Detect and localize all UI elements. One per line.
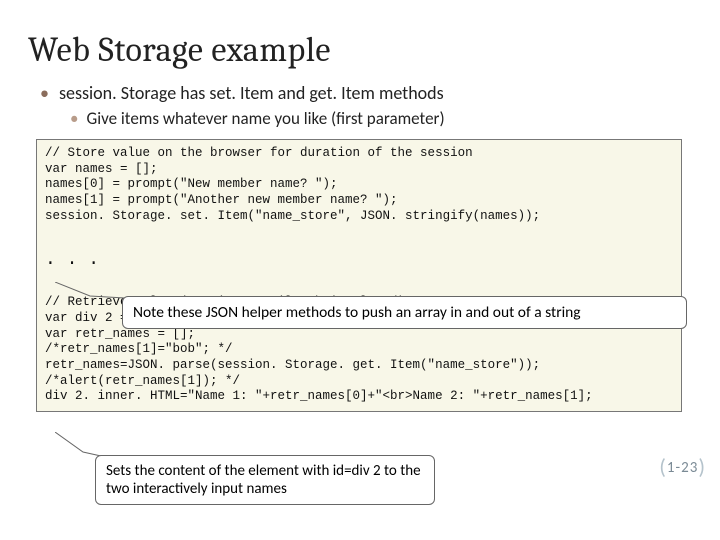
code-line: div 2. inner. HTML="Name 1: "+retr_names… <box>45 389 593 403</box>
code-line: session. Storage. set. Item("name_store"… <box>45 209 540 223</box>
page-number: 1-23 <box>659 453 706 480</box>
bullet-level1: •session. Storage has set. Item and get.… <box>40 82 692 104</box>
code-line: // Store value on the browser for durati… <box>45 146 473 160</box>
code-line: retr_names=JSON. parse(session. Storage.… <box>45 358 540 372</box>
code-line: names[0] = prompt("New member name? "); <box>45 177 338 191</box>
callout-innerhtml-note: Sets the content of the element with id=… <box>95 455 435 505</box>
code-block: // Store value on the browser for durati… <box>36 139 682 412</box>
code-ellipsis: . . . <box>45 250 99 270</box>
bullet2-text: Give items whatever name you like (first… <box>86 108 444 129</box>
code-line: /*retr_names[1]="bob"; */ <box>45 342 233 356</box>
code-line: names[1] = prompt("Another new member na… <box>45 193 398 207</box>
callout-json-note: Note these JSON helper methods to push a… <box>122 296 687 329</box>
code-line: var names = []; <box>45 162 158 176</box>
bullet1-text: session. Storage has set. Item and get. … <box>59 82 444 104</box>
page-title: Web Storage example <box>28 30 692 70</box>
code-line: /*alert(retr_names[1]); */ <box>45 374 240 388</box>
bullet-level2: •Give items whatever name you like (firs… <box>70 108 692 129</box>
